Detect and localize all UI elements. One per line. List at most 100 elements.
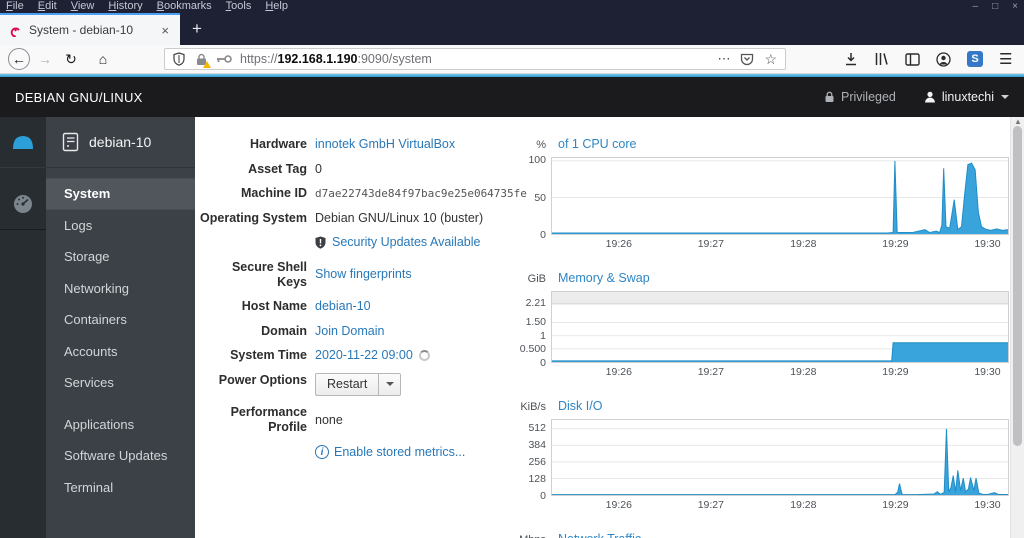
toolbar-right-icons: S ☰ [828, 50, 1012, 68]
system-row-label [199, 235, 307, 250]
y-tick-label: 0 [540, 490, 546, 502]
chart-unit-label: Mbps [517, 534, 551, 538]
window-close-button[interactable]: × [1012, 1, 1018, 11]
chart-title-link-of-1-cpu-core[interactable]: of 1 CPU core [558, 137, 637, 151]
chart-plot-area [551, 419, 1009, 496]
sidebar-item-services[interactable]: Services [46, 367, 195, 399]
page-actions-icon[interactable]: ⋯ [717, 51, 730, 67]
dashboard-tab[interactable] [0, 178, 46, 230]
chart-title-link-disk-i-o[interactable]: Disk I/O [558, 399, 602, 413]
security-shield-icon [315, 236, 326, 249]
account-icon[interactable] [936, 51, 951, 67]
system-row-asset-tag: Asset Tag 0 [199, 162, 511, 177]
menubar-item-history[interactable]: History [108, 0, 142, 11]
system-row-label: Secure Shell Keys [231, 259, 307, 289]
pocket-icon[interactable] [740, 53, 754, 66]
system-row-machine-id: Machine ID d7ae22743de84f97bac9e25e064735… [199, 186, 527, 201]
menubar-item-help[interactable]: Help [265, 0, 288, 11]
system-row-value: Security Updates Available [315, 235, 480, 250]
x-tick-label: 19:29 [882, 238, 909, 250]
y-tick-label: 0 [540, 229, 546, 241]
tab-close-icon[interactable]: × [158, 23, 172, 38]
chart-title-link-network-traffic[interactable]: Network Traffic [558, 532, 641, 538]
value-text: none [315, 412, 343, 427]
chart-header: GiB Memory & Swap [517, 271, 1009, 288]
sidebar-item-software-updates[interactable]: Software Updates [46, 440, 195, 472]
system-info-column: Hardware innotek GmbH VirtualBox Asset Tag… [199, 137, 527, 538]
cockpit-masthead: DEBIAN GNU/LINUX Privileged linuxtechi [0, 77, 1024, 117]
screenshot-extension-icon[interactable]: S [967, 51, 983, 67]
x-tick-label: 19:30 [974, 238, 1001, 250]
scrollbar-up-arrow[interactable]: ▲ [1014, 117, 1022, 126]
y-tick-label: 256 [528, 456, 546, 468]
menubar-item-tools[interactable]: Tools [226, 0, 252, 11]
system-row-label: Hardware [250, 137, 307, 151]
menu-group-gap [46, 399, 195, 409]
privileged-button[interactable]: Privileged [824, 90, 896, 104]
value-text: d7ae22743de84f97bac9e25e064735fe [315, 187, 527, 200]
home-button[interactable]: ⌂ [92, 48, 114, 70]
user-menu[interactable]: linuxtechi [924, 90, 1009, 104]
menubar-item-view[interactable]: View [71, 0, 95, 11]
x-tick-label: 19:26 [605, 499, 632, 511]
tracking-protection-shield-icon[interactable] [173, 52, 185, 66]
forward-button[interactable]: → [34, 48, 56, 70]
x-tick-label: 19:26 [605, 238, 632, 250]
link-security-updates-available[interactable]: Security Updates Available [332, 235, 480, 250]
sidebar-item-networking[interactable]: Networking [46, 273, 195, 305]
x-tick-label: 19:29 [882, 499, 909, 511]
sidebar-item-terminal[interactable]: Terminal [46, 472, 195, 504]
system-row-value: i Enable stored metrics... [315, 445, 465, 460]
power-options-caret-button[interactable] [378, 373, 400, 395]
y-tick-label: 0.500 [519, 343, 546, 356]
chart-unit-label: KiB/s [520, 401, 546, 413]
link-show-fingerprints[interactable]: Show fingerprints [315, 267, 412, 282]
sidebar-item-storage[interactable]: Storage [46, 241, 195, 273]
system-row-performance-profile: Performance Profile none [199, 405, 511, 435]
sidebar-item-logs[interactable]: Logs [46, 210, 195, 242]
link-debian-10[interactable]: debian-10 [315, 299, 371, 314]
chart-x-axis: 19:26 19:27 19:28 19:29 19:30 [551, 237, 1009, 252]
url-bar[interactable]: https://192.168.1.190:9090/system ⋯ ☆ [164, 48, 786, 70]
chart-y-axis: 100 50 0 [517, 154, 551, 241]
chart-header: Mbps Network Traffic [517, 532, 1009, 538]
link-2020-11-22-09-00[interactable]: 2020-11-22 09:00 [315, 348, 413, 363]
x-tick-label: 19:28 [790, 499, 817, 511]
scrollbar[interactable]: ▲ [1010, 117, 1024, 538]
window-minimize-button[interactable]: – [973, 1, 979, 11]
sidebar-item-containers[interactable]: Containers [46, 304, 195, 336]
menubar-item-edit[interactable]: Edit [38, 0, 57, 11]
window-maximize-button[interactable]: □ [992, 1, 998, 11]
back-button[interactable]: ← [8, 48, 30, 70]
sidebar-toggle-icon[interactable] [905, 52, 920, 66]
link-innotek-gmbh-virtualbox[interactable]: innotek GmbH VirtualBox [315, 137, 455, 152]
cockpit-logo-cell[interactable] [0, 117, 46, 168]
host-selector[interactable]: debian-10 [46, 117, 195, 168]
chart-title-link-memory-swap[interactable]: Memory & Swap [558, 271, 650, 285]
y-tick-label: 384 [528, 439, 546, 452]
browser-tab-system[interactable]: System - debian-10 × [0, 13, 180, 45]
system-row-value: Debian GNU/Linux 10 (buster) [315, 211, 483, 226]
restart-button[interactable]: Restart [316, 374, 378, 395]
chart-unit-label: GiB [527, 273, 546, 285]
downloads-icon[interactable] [844, 52, 858, 66]
power-options-split-button: Restart [315, 372, 402, 396]
menubar-item-file[interactable]: File [6, 0, 24, 11]
reload-button[interactable]: ↻ [60, 48, 82, 70]
y-tick-label: 1 [540, 329, 546, 342]
hamburger-menu-icon[interactable]: ☰ [999, 50, 1012, 68]
menubar-item-bookmarks[interactable]: Bookmarks [157, 0, 212, 11]
link-join-domain[interactable]: Join Domain [315, 324, 384, 339]
system-row-operating-system: Operating System Debian GNU/Linux 10 (bus… [199, 211, 511, 226]
sidebar-item-applications[interactable]: Applications [46, 409, 195, 441]
new-tab-button[interactable]: + [180, 19, 214, 45]
library-icon[interactable] [874, 52, 889, 66]
sidebar-item-system[interactable]: System [46, 178, 195, 210]
system-row-label: Power Options [218, 372, 307, 387]
link-enable-stored-metrics-[interactable]: Enable stored metrics... [334, 445, 465, 460]
chart-unit-label: % [536, 139, 546, 151]
bookmark-star-icon[interactable]: ☆ [764, 51, 777, 68]
sidebar-item-accounts[interactable]: Accounts [46, 336, 195, 368]
connection-lock-icon[interactable] [195, 53, 211, 68]
scrollbar-thumb[interactable] [1013, 126, 1022, 446]
